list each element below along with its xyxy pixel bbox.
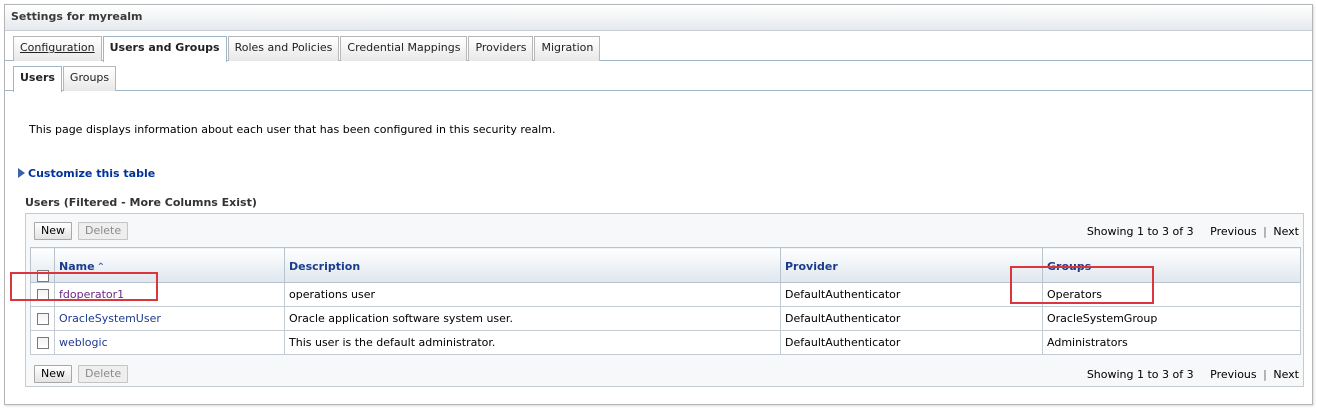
- user-name-link[interactable]: fdoperator1: [59, 288, 124, 301]
- table-row: weblogic This user is the default admini…: [30, 330, 1301, 355]
- paging-showing: Showing 1 to 3 of 3: [1086, 225, 1194, 238]
- tab-roles-and-policies[interactable]: Roles and Policies: [227, 36, 340, 61]
- tab-users-and-groups[interactable]: Users and Groups: [102, 36, 227, 62]
- user-name-link[interactable]: OracleSystemUser: [59, 312, 161, 325]
- settings-panel: Settings for myrealm Configuration Users …: [4, 4, 1313, 405]
- sort-ascending-icon[interactable]: ⌃: [97, 262, 105, 273]
- select-all-checkbox[interactable]: [36, 270, 49, 282]
- paging-showing: Showing 1 to 3 of 3: [1086, 368, 1194, 381]
- previous-link[interactable]: Previous: [1210, 368, 1257, 381]
- subtab-groups[interactable]: Groups: [62, 66, 117, 91]
- table-row: fdoperator1 operations user DefaultAuthe…: [30, 282, 1301, 307]
- users-table-container: New Delete Showing 1 to 3 of 3 Previous …: [25, 213, 1304, 387]
- user-name-link[interactable]: weblogic: [59, 336, 108, 349]
- row-checkbox[interactable]: [36, 313, 49, 325]
- user-provider: DefaultAuthenticator: [780, 330, 1043, 355]
- customize-table-link[interactable]: Customize this table: [18, 167, 155, 180]
- user-provider: DefaultAuthenticator: [780, 282, 1043, 307]
- column-header-provider[interactable]: Provider: [780, 247, 1043, 283]
- delete-button[interactable]: Delete: [78, 222, 129, 240]
- sub-tabbar: Users Groups: [5, 64, 1312, 92]
- next-link[interactable]: Next: [1273, 225, 1299, 238]
- table-row: OracleSystemUser Oracle application soft…: [30, 306, 1301, 331]
- user-groups: OracleSystemGroup: [1042, 306, 1301, 331]
- table-toolbar-top: New Delete Showing 1 to 3 of 3 Previous …: [26, 214, 1303, 244]
- user-description: operations user: [284, 282, 781, 307]
- previous-link[interactable]: Previous: [1210, 225, 1257, 238]
- new-button[interactable]: New: [34, 365, 72, 383]
- paging-bottom: Showing 1 to 3 of 3 Previous | Next: [1086, 368, 1299, 381]
- next-link[interactable]: Next: [1273, 368, 1299, 381]
- row-checkbox[interactable]: [36, 289, 49, 301]
- column-header-description[interactable]: Description: [284, 247, 781, 283]
- subtab-users[interactable]: Users: [13, 66, 62, 92]
- user-description: Oracle application software system user.: [284, 306, 781, 331]
- delete-button[interactable]: Delete: [78, 365, 129, 383]
- expand-triangle-icon: [18, 168, 25, 178]
- tab-configuration[interactable]: Configuration: [13, 36, 102, 61]
- select-all-cell: [30, 247, 55, 283]
- user-provider: DefaultAuthenticator: [780, 306, 1043, 331]
- main-tabbar: Configuration Users and Groups Roles and P…: [5, 34, 1312, 62]
- new-button[interactable]: New: [34, 222, 72, 240]
- tab-migration[interactable]: Migration: [534, 36, 601, 61]
- row-checkbox[interactable]: [36, 337, 49, 349]
- customize-label: Customize this table: [28, 167, 156, 180]
- column-header-name[interactable]: Name ⌃: [54, 247, 285, 283]
- user-description: This user is the default administrator.: [284, 330, 781, 355]
- user-groups: Operators: [1042, 282, 1301, 307]
- paging-top: Showing 1 to 3 of 3 Previous | Next: [1086, 225, 1299, 238]
- tab-credential-mappings[interactable]: Credential Mappings: [340, 36, 468, 61]
- panel-title: Settings for myrealm: [5, 5, 1312, 31]
- table-title: Users (Filtered - More Columns Exist): [25, 196, 257, 209]
- tab-providers[interactable]: Providers: [468, 36, 534, 61]
- users-table: Name ⌃ Description Provider Groups fdoper…: [30, 247, 1301, 355]
- intro-text: This page displays information about eac…: [29, 123, 556, 136]
- user-groups: Administrators: [1042, 330, 1301, 355]
- table-toolbar-bottom: New Delete Showing 1 to 3 of 3 Previous …: [26, 357, 1303, 387]
- column-header-groups[interactable]: Groups: [1042, 247, 1301, 283]
